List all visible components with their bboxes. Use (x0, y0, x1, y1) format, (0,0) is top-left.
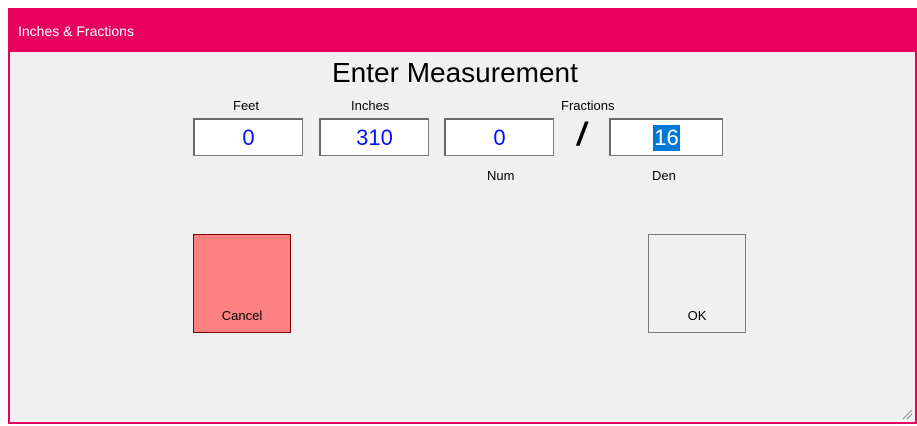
fractions-label: Fractions (561, 98, 615, 113)
inches-value: 310 (356, 124, 393, 150)
ok-button[interactable]: OK (648, 234, 746, 333)
denominator-value: 16 (653, 124, 680, 151)
feet-value: 0 (242, 124, 255, 150)
dialog-window: Inches & Fractions Enter Measurement Fee… (8, 8, 917, 424)
feet-label: Feet (233, 98, 260, 113)
num-label: Num (487, 168, 515, 183)
inches-label: Inches (351, 98, 390, 113)
window-title: Inches & Fractions (18, 23, 134, 39)
feet-field[interactable]: 0 (193, 118, 303, 156)
cancel-button[interactable]: Cancel (193, 234, 291, 333)
numerator-value: 0 (493, 124, 506, 150)
cancel-button-label: Cancel (221, 308, 263, 323)
den-label: Den (652, 168, 676, 183)
inches-field[interactable]: 310 (319, 118, 429, 156)
dialog-heading: Enter Measurement (332, 57, 578, 88)
ok-button-label: OK (687, 308, 707, 323)
title-bar[interactable]: Inches & Fractions (10, 8, 915, 52)
resize-grip-icon[interactable] (901, 408, 913, 420)
denominator-field[interactable]: 16 (609, 118, 723, 156)
numerator-field[interactable]: 0 (444, 118, 554, 156)
fraction-slash: / (577, 116, 586, 152)
